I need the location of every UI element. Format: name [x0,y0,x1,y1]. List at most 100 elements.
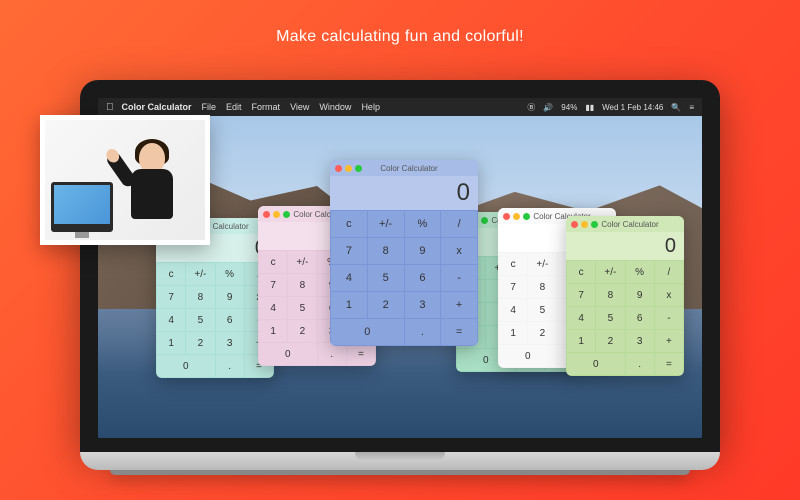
menu-window[interactable]: Window [319,102,351,112]
calc-button-plus[interactable]: + [655,330,683,352]
calc-button-clear[interactable]: c [157,263,185,285]
calc-button-equals[interactable]: = [347,343,375,365]
close-icon[interactable] [503,213,510,220]
apple-menu-icon[interactable]:  [106,102,114,113]
menu-view[interactable]: View [290,102,309,112]
calc-button-n6[interactable]: 6 [626,307,654,329]
calc-button-n8[interactable]: 8 [596,284,624,306]
close-icon[interactable] [335,165,342,172]
calc-button-n0[interactable]: 0 [157,355,215,377]
calc-button-n8[interactable]: 8 [368,238,404,264]
calc-button-divide[interactable]: / [655,261,683,283]
calc-button-minus[interactable]: - [655,307,683,329]
calc-button-n7[interactable]: 7 [499,276,527,298]
bluetooth-icon[interactable]: Ⓑ [527,102,535,113]
calc-button-n6[interactable]: 6 [216,309,244,331]
calc-button-n9[interactable]: 9 [405,238,441,264]
calc-button-sign[interactable]: +/- [368,211,404,237]
calc-button-n8[interactable]: 8 [288,274,316,296]
calc-button-n4[interactable]: 4 [567,307,595,329]
calc-button-n0[interactable]: 0 [499,345,557,367]
calc-button-clear[interactable]: c [331,211,367,237]
calc-button-n2[interactable]: 2 [186,332,214,354]
calc-button-decimal[interactable]: . [626,353,654,375]
calc-button-n7[interactable]: 7 [157,286,185,308]
calc-button-plus[interactable]: + [441,292,477,318]
calc-button-multiply[interactable]: x [441,238,477,264]
calc-button-divide[interactable]: / [441,211,477,237]
menu-file[interactable]: File [202,102,217,112]
close-icon[interactable] [571,221,578,228]
calc-button-clear[interactable]: c [259,251,287,273]
calc-button-n9[interactable]: 9 [626,284,654,306]
calc-button-decimal[interactable]: . [405,319,441,345]
window-titlebar[interactable]: Color Calculator [330,160,478,176]
calc-button-equals[interactable]: = [655,353,683,375]
calc-button-n4[interactable]: 4 [157,309,185,331]
calc-button-n0[interactable]: 0 [259,343,317,365]
calc-button-clear[interactable]: c [499,253,527,275]
calc-button-n1[interactable]: 1 [499,322,527,344]
calc-button-sign[interactable]: +/- [186,263,214,285]
calc-button-n0[interactable]: 0 [331,319,404,345]
calc-button-sign[interactable]: +/- [528,253,556,275]
calc-button-n4[interactable]: 4 [259,297,287,319]
calc-button-n8[interactable]: 8 [186,286,214,308]
calc-button-n3[interactable]: 3 [626,330,654,352]
calc-button-n5[interactable]: 5 [596,307,624,329]
calc-button-minus[interactable]: - [441,265,477,291]
window-title: Color Calculator [581,220,679,229]
notifications-icon[interactable]: ≡ [689,103,694,112]
calc-button-decimal[interactable]: . [318,343,346,365]
volume-icon[interactable]: 🔊 [543,103,553,112]
calc-button-n5[interactable]: 5 [186,309,214,331]
calc-button-clear[interactable]: c [567,261,595,283]
macbook-keyboard [80,452,720,470]
calc-button-n1[interactable]: 1 [157,332,185,354]
calc-button-decimal[interactable]: . [216,355,244,377]
menu-edit[interactable]: Edit [226,102,242,112]
calc-button-n0[interactable]: 0 [567,353,625,375]
calc-button-n5[interactable]: 5 [528,299,556,321]
calc-button-percent[interactable]: % [216,263,244,285]
calc-button-n3[interactable]: 3 [216,332,244,354]
spotlight-icon[interactable]: 🔍 [671,103,681,112]
calc-button-n1[interactable]: 1 [567,330,595,352]
calc-button-percent[interactable]: % [626,261,654,283]
calculator-window-green[interactable]: Color Calculator0c+/-%/789x456-123+0.= [566,216,684,376]
macbook-base [110,470,690,475]
menubar-app-name[interactable]: Color Calculator [122,102,192,112]
calc-button-n1[interactable]: 1 [259,320,287,342]
calc-button-n5[interactable]: 5 [288,297,316,319]
calc-button-n2[interactable]: 2 [596,330,624,352]
calc-button-n3[interactable]: 3 [405,292,441,318]
calc-button-n9[interactable]: 9 [216,286,244,308]
calc-button-percent[interactable]: % [405,211,441,237]
calc-button-n2[interactable]: 2 [288,320,316,342]
calc-button-n2[interactable]: 2 [528,322,556,344]
calculator-window-blue[interactable]: Color Calculator0c+/-%/789x456-123+0.= [330,160,478,346]
calc-button-equals[interactable]: = [441,319,477,345]
calc-button-n1[interactable]: 1 [331,292,367,318]
close-icon[interactable] [263,211,270,218]
calc-button-n4[interactable]: 4 [499,299,527,321]
window-title: Color Calculator [345,164,473,173]
calc-button-n2[interactable]: 2 [368,292,404,318]
calc-button-n5[interactable]: 5 [368,265,404,291]
calc-button-n6[interactable]: 6 [405,265,441,291]
calc-button-sign[interactable]: +/- [288,251,316,273]
calc-button-n4[interactable]: 4 [331,265,367,291]
battery-icon[interactable]: ▮▮ [585,103,594,112]
menu-format[interactable]: Format [252,102,281,112]
calc-button-n8[interactable]: 8 [528,276,556,298]
window-titlebar[interactable]: Color Calculator [566,216,684,232]
calc-button-multiply[interactable]: x [655,284,683,306]
calc-button-n7[interactable]: 7 [259,274,287,296]
calc-button-n7[interactable]: 7 [331,238,367,264]
calc-display: 0 [566,232,684,260]
calc-button-n7[interactable]: 7 [567,284,595,306]
menu-help[interactable]: Help [361,102,380,112]
inset-photo [40,115,210,245]
clock[interactable]: Wed 1 Feb 14:46 [602,103,663,112]
calc-button-sign[interactable]: +/- [596,261,624,283]
